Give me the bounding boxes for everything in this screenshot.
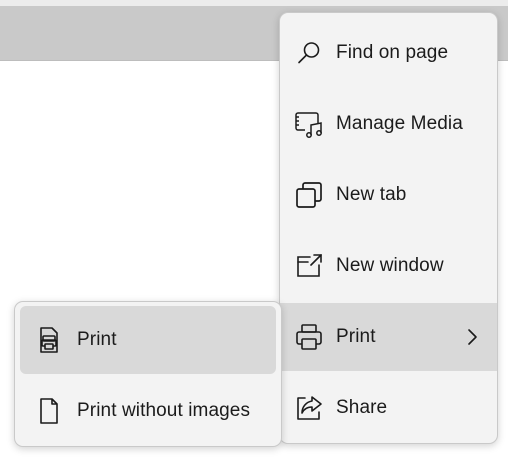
submenu-item-print[interactable]: Print — [20, 306, 276, 374]
menu-item-new-tab[interactable]: New tab — [280, 161, 497, 229]
menu-item-find-on-page[interactable]: Find on page — [280, 19, 497, 87]
print-submenu: Print Print without images — [14, 301, 282, 447]
menu-item-label: Print — [336, 326, 376, 347]
new-window-icon — [294, 251, 324, 281]
menu-item-share[interactable]: Share — [280, 374, 497, 442]
menu-item-label: New window — [336, 255, 444, 276]
submenu-item-label: Print without images — [77, 400, 251, 421]
menu-item-label: Share — [336, 397, 388, 418]
menu-item-new-window[interactable]: New window — [280, 232, 497, 300]
menu-item-manage-media[interactable]: Manage Media — [280, 90, 497, 158]
share-icon — [294, 393, 324, 423]
new-tab-icon — [294, 180, 324, 210]
chevron-right-icon — [465, 327, 479, 347]
print-document-icon — [34, 325, 64, 355]
menu-item-label: New tab — [336, 184, 407, 205]
submenu-item-label: Print — [77, 329, 117, 350]
blank-page-icon — [34, 396, 64, 426]
submenu-item-print-without-images[interactable]: Print without images — [20, 377, 276, 445]
printer-icon — [294, 322, 324, 352]
browser-window: Find on page Manage Media New tab New wi… — [0, 0, 508, 457]
menu-item-label: Find on page — [336, 42, 449, 63]
manage-media-icon — [294, 109, 324, 139]
menu-item-label: Manage Media — [336, 113, 463, 134]
menu-item-print[interactable]: Print — [280, 303, 497, 371]
search-icon — [294, 38, 324, 68]
browser-settings-menu: Find on page Manage Media New tab New wi… — [279, 12, 498, 444]
